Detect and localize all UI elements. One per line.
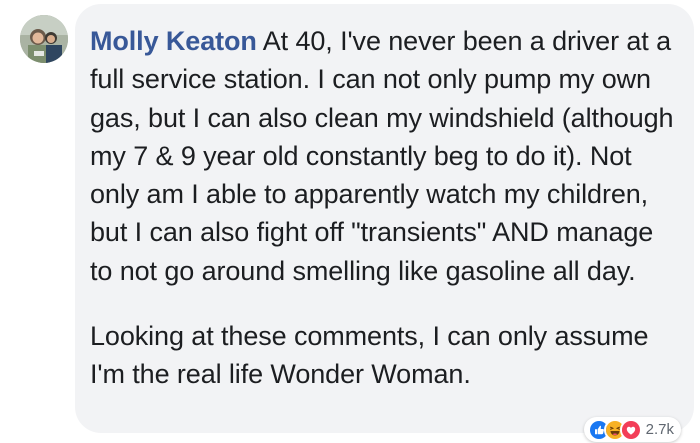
comment-text-paragraph-2: Looking at these comments, I can only as… [90, 321, 649, 390]
comment-body: Molly Keaton At 40, I've never been a dr… [90, 22, 676, 290]
comment-text-paragraph-1: At 40, I've never been a driver at a ful… [90, 26, 674, 286]
reactions-summary[interactable]: 2.7k [583, 417, 681, 442]
author-name[interactable]: Molly Keaton [90, 26, 257, 56]
love-icon [619, 418, 642, 441]
avatar[interactable] [20, 15, 68, 63]
avatar-image [20, 15, 68, 63]
reaction-count: 2.7k [645, 421, 674, 438]
comment-bubble: Molly Keaton At 40, I've never been a dr… [75, 4, 694, 442]
